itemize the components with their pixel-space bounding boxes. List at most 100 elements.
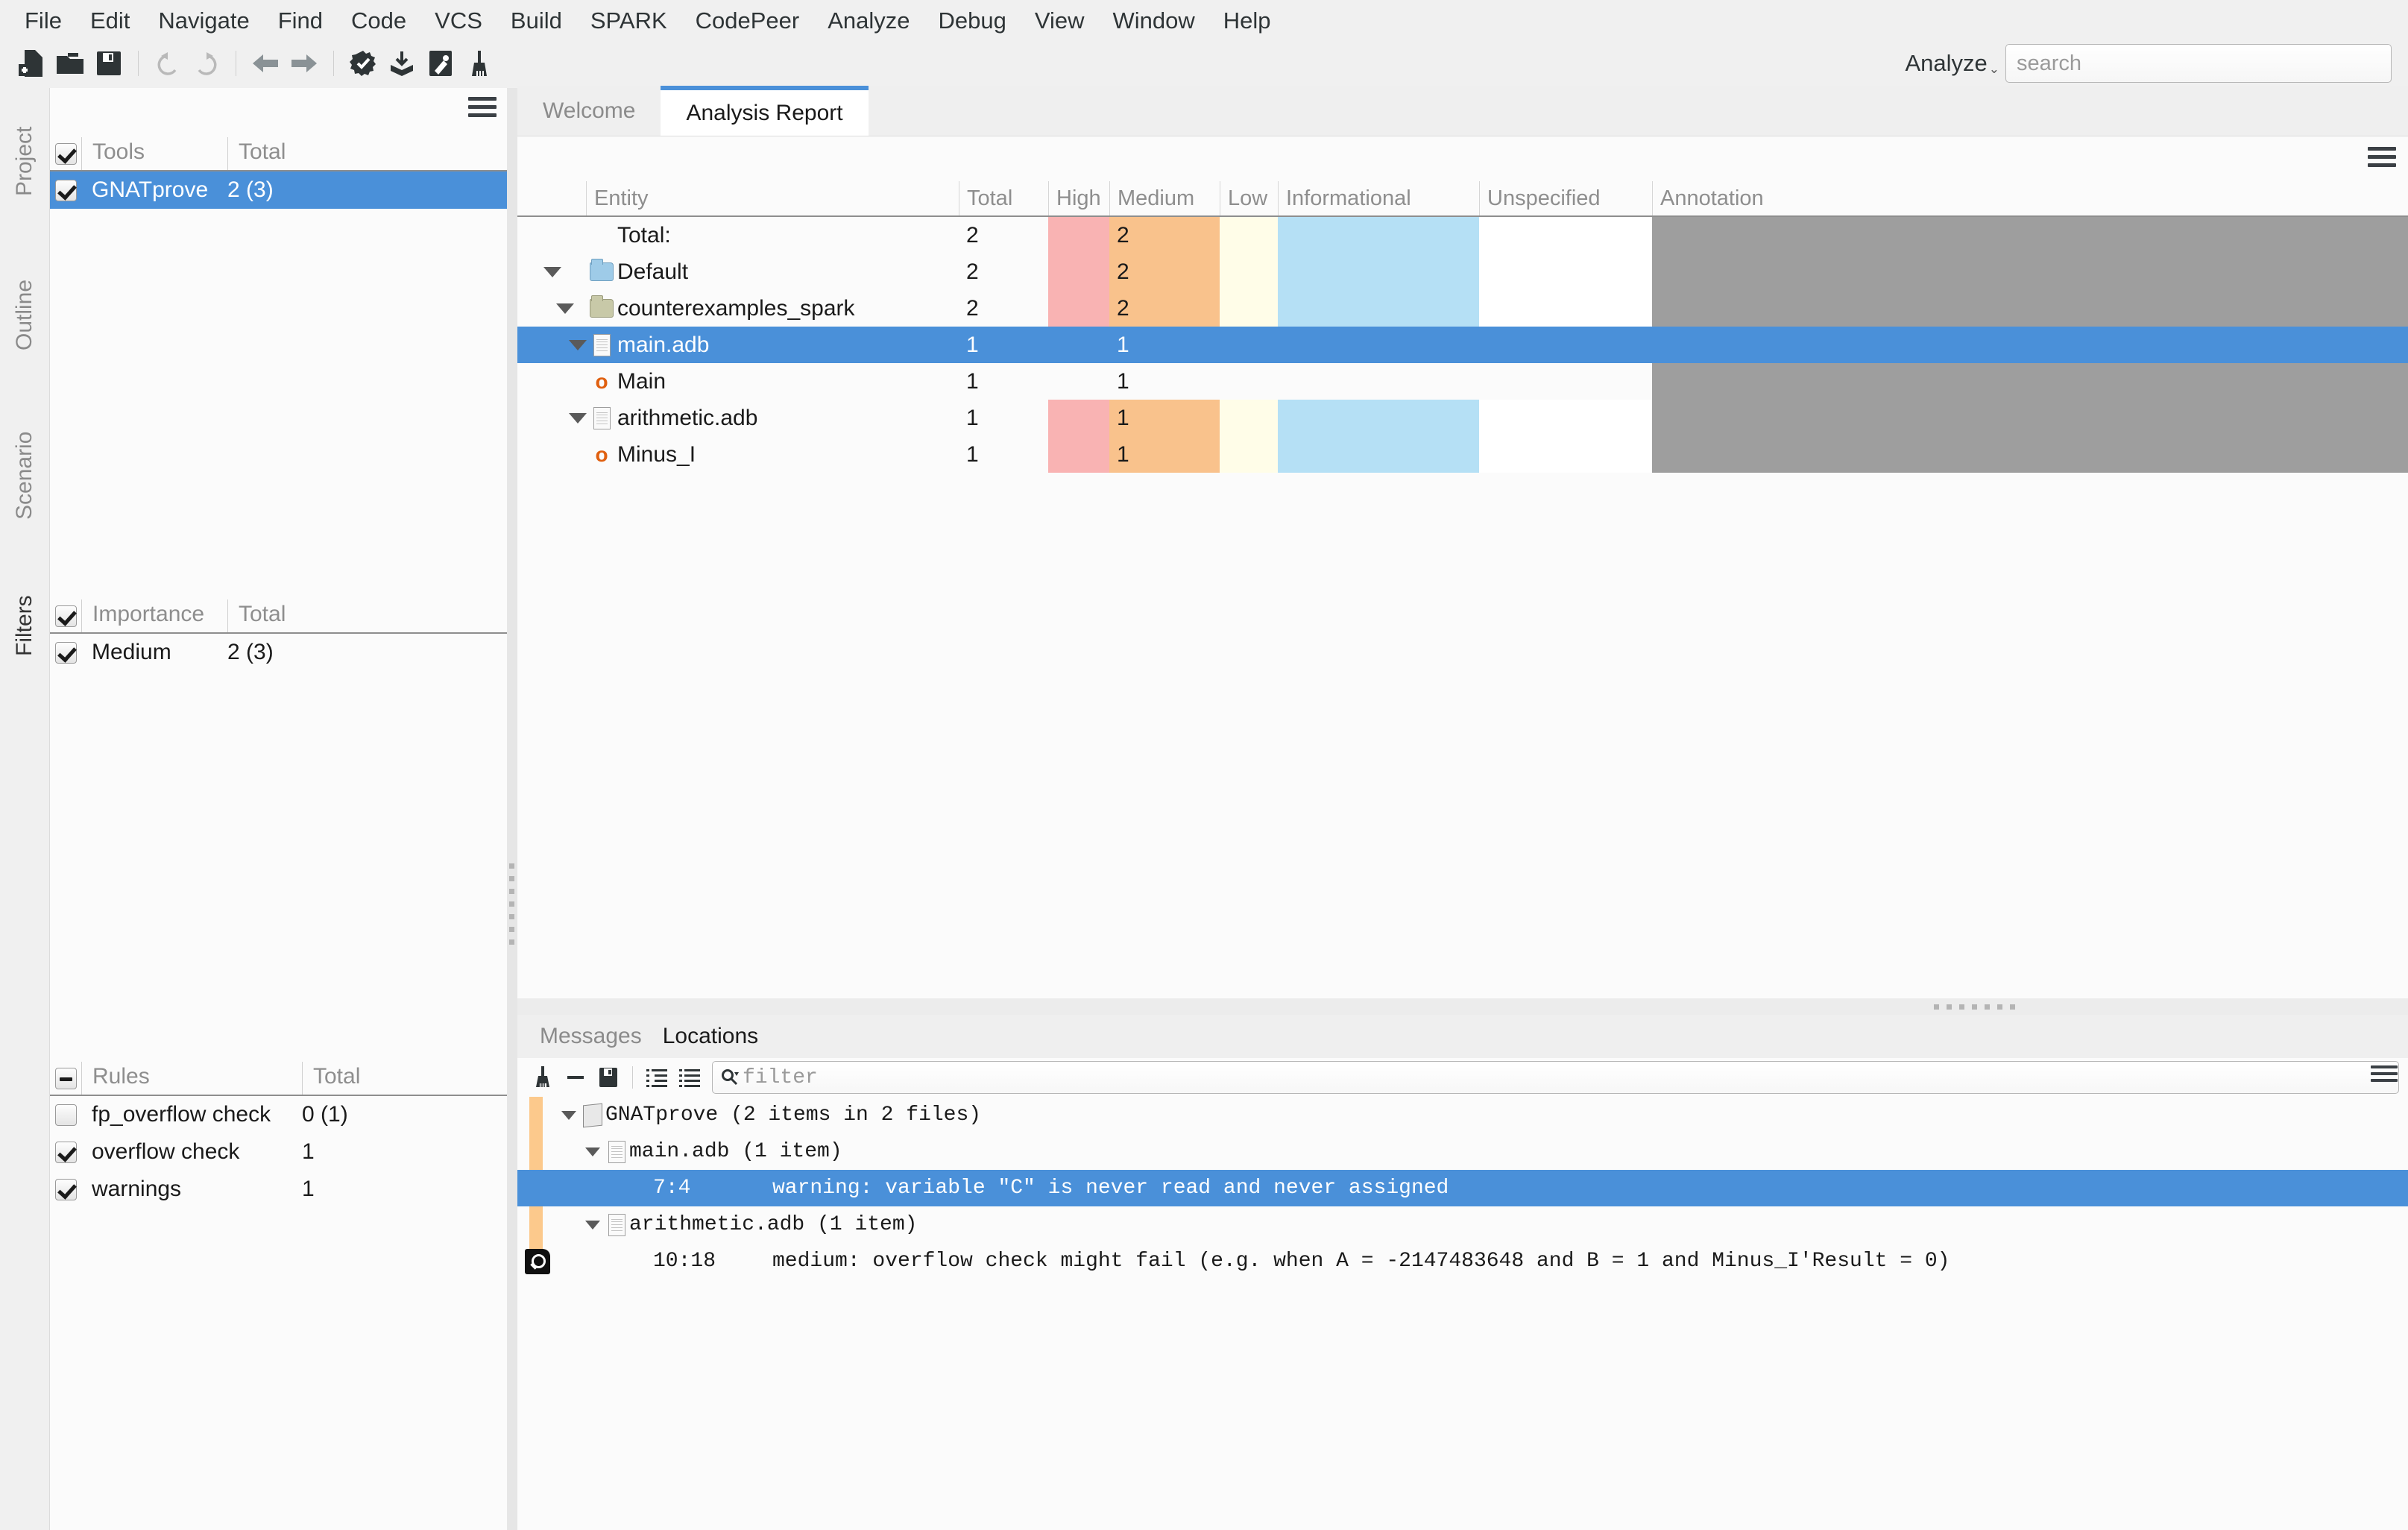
tab-messages[interactable]: Messages xyxy=(529,1024,652,1049)
importance-header-checkbox[interactable] xyxy=(50,605,81,632)
chevron-down-icon[interactable] xyxy=(550,303,580,314)
tools-total-col-header[interactable]: Total xyxy=(227,137,451,170)
location-row[interactable]: arithmetic.adb (1 item) xyxy=(517,1206,2408,1243)
sidebar-item-outline[interactable]: Outline xyxy=(0,244,49,385)
tools-header-checkbox[interactable] xyxy=(50,143,81,170)
rules-header-checkbox[interactable] xyxy=(50,1068,81,1095)
location-row[interactable]: GNATprove (2 items in 2 files) xyxy=(517,1097,2408,1133)
menu-item-analyze[interactable]: Analyze xyxy=(813,0,924,41)
menu-item-build[interactable]: Build xyxy=(497,0,576,41)
horizontal-splitter[interactable] xyxy=(517,998,2408,1015)
back-arrow-icon[interactable] xyxy=(246,44,285,83)
tab-analysis-report[interactable]: Analysis Report xyxy=(661,86,869,136)
menu-item-find[interactable]: Find xyxy=(264,0,337,41)
report-col-header-medium[interactable]: Medium xyxy=(1109,181,1220,215)
chevron-down-icon[interactable]: ⌄ xyxy=(1989,62,1999,77)
row-twisty-cell[interactable] xyxy=(517,290,586,327)
overflow-check-checkbox[interactable] xyxy=(50,1141,81,1163)
tools-col-header[interactable]: Tools xyxy=(81,137,227,170)
filter-row-fp-overflow-check[interactable]: fp_overflow check 0 (1) xyxy=(50,1096,508,1133)
report-col-header-entity[interactable]: Entity xyxy=(586,181,959,215)
analyze-dropdown-label[interactable]: Analyze xyxy=(1905,50,1987,77)
menu-item-edit[interactable]: Edit xyxy=(76,0,144,41)
menu-item-spark[interactable]: SPARK xyxy=(576,0,681,41)
menu-item-navigate[interactable]: Navigate xyxy=(144,0,263,41)
open-folder-icon[interactable] xyxy=(51,44,89,83)
menu-item-view[interactable]: View xyxy=(1021,0,1099,41)
rules-col-header[interactable]: Rules xyxy=(81,1062,302,1095)
menu-item-help[interactable]: Help xyxy=(1209,0,1285,41)
chevron-down-icon[interactable] xyxy=(581,1220,604,1230)
undo-icon[interactable] xyxy=(148,44,187,83)
forward-arrow-icon[interactable] xyxy=(285,44,324,83)
global-search-input[interactable]: search xyxy=(2005,44,2392,83)
compile-icon[interactable] xyxy=(421,44,460,83)
report-col-header-informational[interactable]: Informational xyxy=(1278,181,1479,215)
tab-welcome[interactable]: Welcome xyxy=(517,86,661,136)
filters-panel-menu-icon[interactable] xyxy=(468,97,497,119)
menu-item-window[interactable]: Window xyxy=(1099,0,1209,41)
report-row-default[interactable]: Default 2 2 xyxy=(517,254,2408,290)
clear-icon[interactable] xyxy=(526,1061,559,1094)
row-twisty-cell[interactable] xyxy=(517,400,587,436)
redo-icon[interactable] xyxy=(187,44,226,83)
location-row[interactable]: 7:4 warning: variable "C" is never read a… xyxy=(517,1170,2408,1206)
report-row-minus-i[interactable]: o Minus_I 1 1 xyxy=(517,436,2408,473)
chevron-down-icon[interactable] xyxy=(581,1147,604,1156)
medium-checkbox[interactable] xyxy=(50,641,81,664)
report-col-header-annotation[interactable]: Annotation xyxy=(1652,181,2408,215)
report-col-header-low[interactable]: Low xyxy=(1220,181,1278,215)
sidebar-item-scenario[interactable]: Scenario xyxy=(0,397,49,554)
rules-total-col-header[interactable]: Total xyxy=(302,1062,451,1095)
filter-row-overflow-check[interactable]: overflow check 1 xyxy=(50,1133,508,1171)
report-col-header-total[interactable]: Total xyxy=(959,181,1048,215)
filter-row-gnatprove[interactable]: GNATprove 2 (3) xyxy=(50,171,508,209)
vertical-splitter[interactable] xyxy=(507,88,517,1530)
row-twisty-cell[interactable] xyxy=(517,254,586,290)
gnatprove-checkbox[interactable] xyxy=(50,179,81,201)
save-icon[interactable] xyxy=(592,1061,625,1094)
clean-icon[interactable] xyxy=(460,44,499,83)
menu-item-file[interactable]: File xyxy=(10,0,76,41)
chevron-down-icon[interactable] xyxy=(558,1110,580,1120)
row-twisty-cell[interactable] xyxy=(517,436,586,473)
chevron-down-icon[interactable] xyxy=(538,266,567,277)
report-row-main[interactable]: o Main 1 1 xyxy=(517,363,2408,400)
check-badge-icon[interactable] xyxy=(344,44,382,83)
importance-col-header[interactable]: Importance xyxy=(81,599,227,632)
importance-total-col-header[interactable]: Total xyxy=(227,599,451,632)
row-twisty-cell[interactable] xyxy=(517,217,586,254)
location-row[interactable]: main.adb (1 item) xyxy=(517,1133,2408,1170)
expand-all-icon[interactable] xyxy=(640,1061,673,1094)
report-row-total[interactable]: Total: 2 2 xyxy=(517,217,2408,254)
menu-item-codepeer[interactable]: CodePeer xyxy=(681,0,814,41)
report-row-counterexamples-spark[interactable]: counterexamples_spark 2 2 xyxy=(517,290,2408,327)
build-all-icon[interactable] xyxy=(382,44,421,83)
row-twisty-cell[interactable] xyxy=(517,327,587,363)
save-icon[interactable] xyxy=(89,44,128,83)
warnings-checkbox[interactable] xyxy=(50,1178,81,1200)
location-row[interactable]: 10:18 medium: overflow check might fail (… xyxy=(517,1243,2408,1279)
fp-overflow-check-checkbox[interactable] xyxy=(50,1104,81,1126)
report-col-header-blank[interactable] xyxy=(517,181,586,215)
report-row-main-adb[interactable]: main.adb 1 1 xyxy=(517,327,2408,363)
menu-item-vcs[interactable]: VCS xyxy=(420,0,497,41)
report-col-header-unspecified[interactable]: Unspecified xyxy=(1479,181,1652,215)
report-menu-icon[interactable] xyxy=(2368,147,2396,169)
filter-row-medium[interactable]: Medium 2 (3) xyxy=(50,634,508,671)
magnifier-action-icon[interactable] xyxy=(517,1248,558,1274)
sidebar-item-project[interactable]: Project xyxy=(0,90,49,232)
locations-filter-input[interactable]: filter xyxy=(712,1061,2399,1094)
filter-row-warnings[interactable]: warnings 1 xyxy=(50,1171,508,1208)
row-twisty-cell[interactable] xyxy=(517,363,586,400)
menu-item-code[interactable]: Code xyxy=(337,0,420,41)
report-row-arithmetic-adb[interactable]: arithmetic.adb 1 1 xyxy=(517,400,2408,436)
report-col-header-high[interactable]: High xyxy=(1048,181,1109,215)
menu-item-debug[interactable]: Debug xyxy=(924,0,1021,41)
remove-icon[interactable] xyxy=(559,1061,592,1094)
locations-menu-icon[interactable] xyxy=(2371,1065,2398,1086)
sidebar-item-filters[interactable]: Filters xyxy=(0,566,49,685)
collapse-all-icon[interactable] xyxy=(673,1061,706,1094)
new-file-icon[interactable] xyxy=(12,44,51,83)
tab-locations[interactable]: Locations xyxy=(652,1024,769,1049)
